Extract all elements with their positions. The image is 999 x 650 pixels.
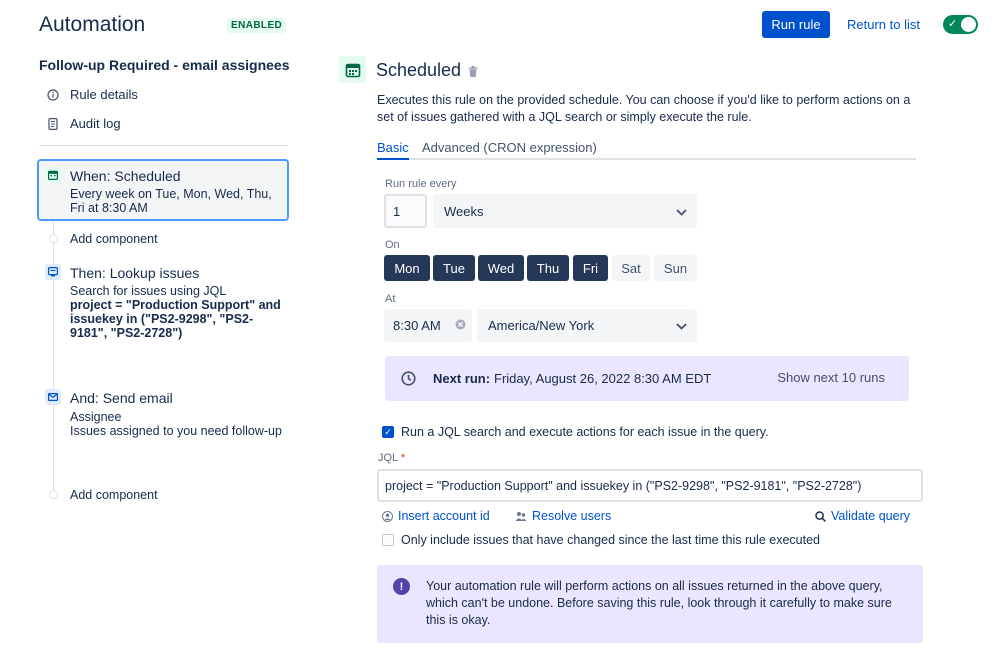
email-recipient: Assignee	[70, 410, 122, 424]
day-toggle-tue[interactable]: Tue	[433, 255, 475, 281]
action-jql-preview: project = "Production Support" and issue…	[70, 298, 281, 340]
jql-search-checkbox[interactable]: ✓	[382, 426, 394, 438]
clear-icon[interactable]	[455, 318, 466, 333]
time-value: 8:30 AM	[393, 318, 441, 333]
email-subject: Issues assigned to you need follow-up	[70, 424, 282, 438]
page-title: Automation	[39, 13, 146, 36]
insert-account-id-button[interactable]: Insert account id	[382, 509, 490, 523]
jql-input[interactable]: project = "Production Support" and issue…	[377, 469, 923, 502]
resolve-users-button[interactable]: Resolve users	[515, 509, 611, 523]
toggle-knob	[961, 17, 976, 32]
day-toggle-sun[interactable]: Sun	[654, 255, 697, 281]
document-icon	[47, 117, 59, 130]
rule-enabled-toggle[interactable]: ✓	[943, 15, 978, 34]
timezone-value: America/New York	[488, 318, 595, 333]
return-to-list-link[interactable]: Return to list	[847, 17, 920, 32]
trigger-description: Every week on Tue, Mon, Wed, Thu, Fri at…	[70, 187, 272, 215]
chevron-down-icon	[676, 318, 687, 333]
info-icon	[47, 88, 59, 101]
at-label: At	[385, 293, 396, 305]
run-every-label: Run rule every	[385, 178, 457, 190]
next-run-label: Next run:	[433, 371, 491, 386]
day-toggle-wed[interactable]: Wed	[478, 255, 524, 281]
nav-rule-details[interactable]: Rule details	[47, 87, 138, 102]
tab-advanced[interactable]: Advanced (CRON expression)	[422, 140, 597, 155]
action-description-lookup: Search for issues using JQL	[70, 284, 227, 298]
jql-search-checkbox-label: Run a JQL search and execute actions for…	[401, 425, 769, 439]
on-label: On	[385, 239, 400, 251]
warning-banner: ! Your automation rule will perform acti…	[377, 565, 923, 643]
required-indicator: *	[400, 452, 406, 464]
tab-basic[interactable]: Basic	[377, 140, 409, 155]
rule-name: Follow-up Required - email assignees	[39, 57, 290, 73]
insert-account-id-label: Insert account id	[398, 509, 490, 523]
interval-unit-select[interactable]: Weeks	[433, 194, 697, 228]
divider	[39, 145, 288, 146]
day-toggle-fri[interactable]: Fri	[573, 255, 608, 281]
add-component-link[interactable]: Add component	[70, 488, 158, 502]
next-run-banner: Next run: Friday, August 26, 2022 8:30 A…	[385, 356, 909, 401]
validate-query-label: Validate query	[831, 509, 910, 523]
clock-icon	[401, 371, 416, 391]
validate-query-button[interactable]: Validate query	[815, 509, 910, 523]
search-icon	[815, 510, 826, 522]
add-component-link[interactable]: Add component	[70, 232, 158, 246]
component-description: Executes this rule on the provided sched…	[377, 93, 911, 124]
add-component-dot	[49, 234, 58, 243]
time-select[interactable]: 8:30 AM	[384, 309, 472, 342]
run-rule-button[interactable]: Run rule	[762, 11, 830, 38]
calendar-icon	[45, 167, 61, 183]
check-icon: ✓	[948, 18, 958, 30]
chevron-down-icon	[676, 204, 687, 219]
resolve-users-label: Resolve users	[532, 509, 612, 523]
warning-icon: !	[393, 578, 410, 595]
add-component-dot	[49, 490, 58, 499]
calendar-icon	[339, 56, 366, 83]
warning-text: Your automation rule will perform action…	[426, 579, 892, 627]
nav-label: Rule details	[70, 87, 138, 102]
active-tab-indicator	[377, 158, 409, 160]
component-title: Scheduled	[376, 60, 462, 80]
only-changed-checkbox-label: Only include issues that have changed si…	[401, 533, 820, 547]
show-next-runs-button[interactable]: Show next 10 runs	[777, 370, 885, 385]
nav-label: Audit log	[70, 116, 121, 131]
day-toggle-thu[interactable]: Thu	[527, 255, 569, 281]
jql-label: JQL *	[378, 452, 406, 464]
trigger-title: When: Scheduled	[70, 168, 181, 184]
action-title-email[interactable]: And: Send email	[70, 390, 173, 406]
only-changed-checkbox[interactable]	[382, 534, 394, 546]
users-icon	[515, 511, 527, 522]
nav-audit-log[interactable]: Audit log	[47, 116, 121, 131]
trash-icon[interactable]	[468, 64, 478, 82]
interval-unit-value: Weeks	[444, 203, 484, 219]
next-run-value: Friday, August 26, 2022 8:30 AM EDT	[494, 371, 712, 386]
day-toggle-sat[interactable]: Sat	[612, 255, 650, 281]
day-toggle-mon[interactable]: Mon	[384, 255, 430, 281]
interval-input[interactable]: 1	[384, 194, 427, 228]
timezone-select[interactable]: America/New York	[477, 309, 697, 342]
lookup-icon	[45, 264, 61, 280]
schedule-tabs: Basic Advanced (CRON expression)	[377, 138, 916, 160]
status-badge: ENABLED	[227, 18, 287, 33]
user-icon	[382, 510, 393, 522]
action-title-lookup[interactable]: Then: Lookup issues	[70, 265, 199, 281]
email-icon	[45, 389, 61, 405]
